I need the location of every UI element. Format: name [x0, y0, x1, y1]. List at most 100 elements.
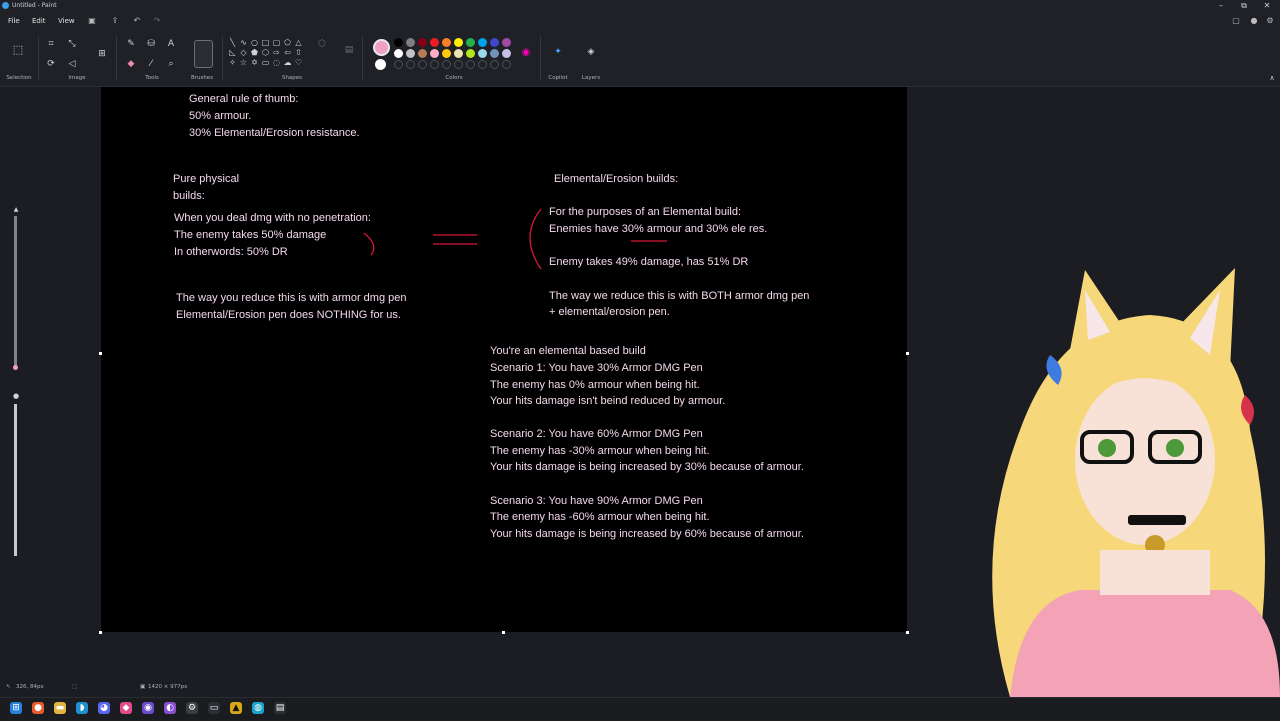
callout-rect-shape-icon[interactable]: ▭	[261, 58, 270, 67]
selection-icon[interactable]: ⬚	[12, 44, 24, 56]
resize-handle-left[interactable]	[99, 352, 102, 355]
hexagon-shape-icon[interactable]: ⬡	[261, 48, 270, 57]
fill-style-icon[interactable]: ▤	[343, 44, 355, 56]
secondary-color-swatch[interactable]	[375, 59, 386, 70]
account-icon[interactable]: ●	[1248, 15, 1260, 27]
triangle-shape-icon[interactable]: △	[294, 38, 303, 47]
up-arrow-shape-icon[interactable]: ⇧	[294, 48, 303, 57]
palette-swatch[interactable]	[454, 38, 463, 47]
custom-color-slot[interactable]	[466, 60, 475, 69]
fill-icon[interactable]: ⛁	[145, 38, 157, 50]
custom-color-slot[interactable]	[478, 60, 487, 69]
redo-icon[interactable]: ↷	[151, 15, 163, 27]
undo-icon[interactable]: ↶	[131, 15, 143, 27]
menu-view[interactable]: View	[58, 12, 75, 30]
left-arrow-shape-icon[interactable]: ⇦	[283, 48, 292, 57]
obs-icon[interactable]: ◉	[142, 702, 154, 714]
resize-handle-bottom[interactable]	[502, 631, 505, 634]
pentagon-shape-icon[interactable]: ⬟	[250, 48, 259, 57]
opacity-slider[interactable]	[14, 404, 17, 556]
color-picker-icon[interactable]: ⁄	[145, 58, 157, 70]
custom-color-slot[interactable]	[430, 60, 439, 69]
callout-oval-shape-icon[interactable]: ◌	[272, 58, 281, 67]
palette-swatch[interactable]	[490, 49, 499, 58]
custom-color-slot[interactable]	[394, 60, 403, 69]
palette-swatch[interactable]	[502, 49, 511, 58]
palette-swatch[interactable]	[466, 49, 475, 58]
four-star-shape-icon[interactable]: ✧	[228, 58, 237, 67]
polygon-shape-icon[interactable]: ⬠	[283, 38, 292, 47]
palette-swatch[interactable]	[478, 38, 487, 47]
settings-icon[interactable]: ▭	[208, 702, 220, 714]
palette-swatch[interactable]	[454, 49, 463, 58]
image-select-icon[interactable]: ⊞	[96, 48, 108, 60]
crop-icon[interactable]: ⌗	[45, 38, 57, 50]
paint-icon[interactable]: ◍	[252, 702, 264, 714]
custom-color-slot[interactable]	[442, 60, 451, 69]
palette-swatch[interactable]	[394, 38, 403, 47]
oval-shape-icon[interactable]: ○	[250, 38, 259, 47]
palette-swatch[interactable]	[418, 49, 427, 58]
right-arrow-shape-icon[interactable]: ⇨	[272, 48, 281, 57]
heart-shape-icon[interactable]: ♡	[294, 58, 303, 67]
edge-icon[interactable]: ◗	[76, 702, 88, 714]
resize-handle-right[interactable]	[906, 352, 909, 355]
firefox-icon[interactable]: ●	[32, 702, 44, 714]
brush-size-thumb[interactable]	[13, 365, 18, 370]
zoom-in-icon[interactable]: ▲	[10, 204, 22, 216]
brushes-icon[interactable]	[194, 40, 213, 68]
resize-handle-bottom-right[interactable]	[906, 631, 909, 634]
custom-color-slot[interactable]	[406, 60, 415, 69]
restore-icon[interactable]: ⧉	[1233, 0, 1255, 12]
save-icon[interactable]: ▣	[86, 15, 98, 27]
right-triangle-shape-icon[interactable]: ◺	[228, 48, 237, 57]
flip-icon[interactable]: ◁	[66, 58, 78, 70]
palette-swatch[interactable]	[478, 49, 487, 58]
primary-color-swatch[interactable]	[373, 39, 390, 56]
rounded-rect-shape-icon[interactable]: ▢	[272, 38, 281, 47]
menu-edit[interactable]: Edit	[32, 12, 46, 30]
collapse-ribbon-icon[interactable]: ∧	[1266, 72, 1278, 84]
outline-icon[interactable]: ⬡	[316, 38, 328, 50]
minimize-icon[interactable]: –	[1210, 0, 1232, 12]
custom-color-slot[interactable]	[490, 60, 499, 69]
palette-swatch[interactable]	[442, 38, 451, 47]
custom-color-slot[interactable]	[454, 60, 463, 69]
palette-swatch[interactable]	[418, 38, 427, 47]
diamond-shape-icon[interactable]: ◇	[239, 48, 248, 57]
more-icon[interactable]: ⚙	[1264, 15, 1276, 27]
discord-icon[interactable]: ◕	[98, 702, 110, 714]
file-explorer-icon[interactable]: ▬	[54, 702, 66, 714]
palette-swatch[interactable]	[466, 38, 475, 47]
curve-shape-icon[interactable]: ∿	[239, 38, 248, 47]
resize-handle-bottom-left[interactable]	[99, 631, 102, 634]
pencil-icon[interactable]: ✎	[125, 38, 137, 50]
five-star-shape-icon[interactable]: ☆	[239, 58, 248, 67]
warning-app-icon[interactable]: ▲	[230, 702, 242, 714]
chrome-icon[interactable]: ◐	[164, 702, 176, 714]
palette-swatch[interactable]	[394, 49, 403, 58]
rotate-icon[interactable]: ⟳	[45, 58, 57, 70]
six-star-shape-icon[interactable]: ✡	[250, 58, 259, 67]
magnifier-icon[interactable]: ⌕	[165, 58, 177, 70]
windows-start-icon[interactable]: ⊞	[10, 702, 22, 714]
edit-colors-icon[interactable]: ◉	[520, 47, 532, 59]
menu-file[interactable]: File	[8, 12, 20, 30]
copilot-icon[interactable]: ✦	[552, 46, 564, 58]
layers-icon[interactable]: ◈	[585, 46, 597, 58]
text-icon[interactable]: A	[165, 38, 177, 50]
app-icon[interactable]: ◆	[120, 702, 132, 714]
palette-swatch[interactable]	[502, 38, 511, 47]
line-shape-icon[interactable]: ╲	[228, 38, 237, 47]
rectangle-shape-icon[interactable]: □	[261, 38, 270, 47]
resize-icon[interactable]: ⤡	[66, 38, 78, 50]
terminal-icon[interactable]: ⚙	[186, 702, 198, 714]
palette-swatch[interactable]	[490, 38, 499, 47]
custom-color-slot[interactable]	[502, 60, 511, 69]
close-icon[interactable]: ✕	[1256, 0, 1278, 12]
eraser-icon[interactable]: ◆	[125, 58, 137, 70]
palette-swatch[interactable]	[406, 49, 415, 58]
drawing-canvas[interactable]: General rule of thumb: 50% armour. 30% E…	[101, 87, 907, 632]
palette-swatch[interactable]	[406, 38, 415, 47]
chat-icon[interactable]: ▢	[1230, 15, 1242, 27]
